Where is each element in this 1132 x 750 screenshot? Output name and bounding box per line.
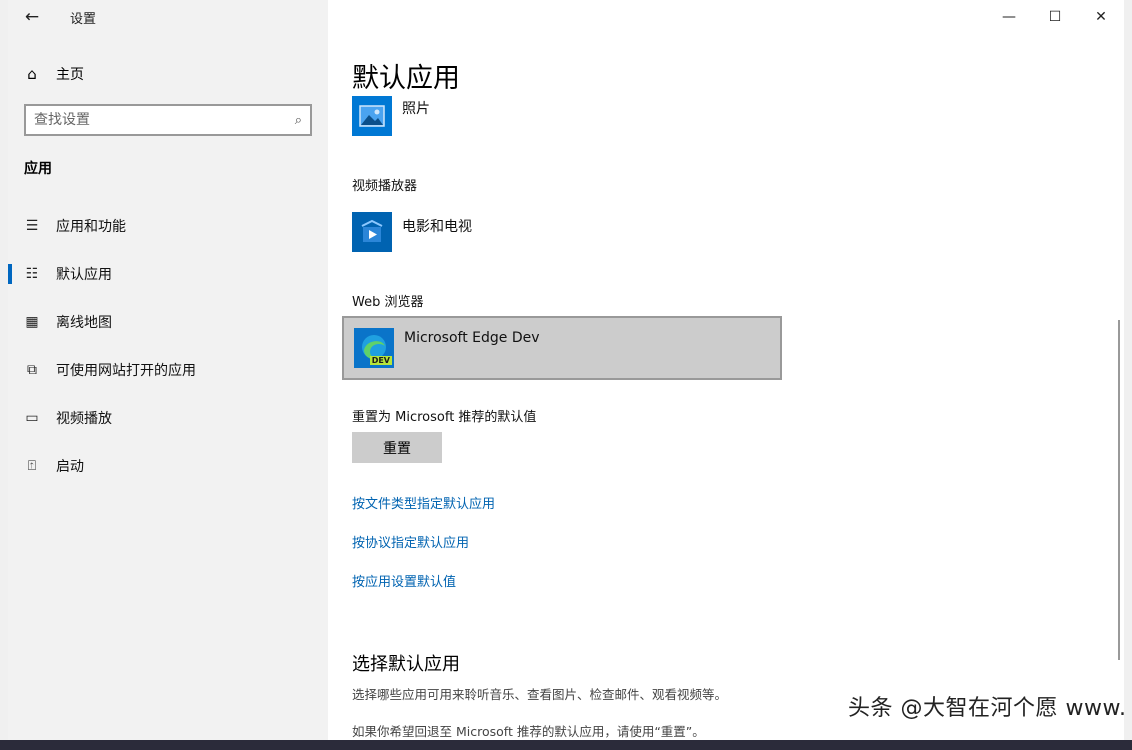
sidebar-item-label: 视频播放 xyxy=(56,411,112,427)
sidebar-nav: ☰ 应用和功能 ☷ 默认应用 ▦ 离线地图 ⧉ 可使用网站打开的应用 ▭ 视频播… xyxy=(8,202,328,490)
reset-button[interactable]: 重置 xyxy=(352,432,442,463)
link-by-file-type[interactable]: 按文件类型指定默认应用 xyxy=(352,493,495,512)
browser-app-row: DEV Microsoft Edge Dev xyxy=(354,328,540,368)
app-title: 设置 xyxy=(70,11,97,27)
reset-label: 重置为 Microsoft 推荐的默认值 xyxy=(352,410,537,425)
choose-default-apps-title: 选择默认应用 xyxy=(352,654,460,675)
back-arrow-icon: ← xyxy=(24,7,40,27)
maximize-button[interactable]: ☐ xyxy=(1032,0,1078,34)
home-icon: ⌂ xyxy=(27,65,37,83)
video-app-name: 电影和电视 xyxy=(402,219,472,235)
sidebar-item-home[interactable]: ⌂ 主页 xyxy=(8,56,328,92)
photo-app-button[interactable]: 照片 xyxy=(352,96,430,136)
sidebar-item-label: 应用和功能 xyxy=(56,219,126,235)
default-apps-icon: ☷ xyxy=(25,266,39,282)
sidebar-item-label: 离线地图 xyxy=(56,315,112,331)
choose-default-apps-desc: 选择哪些应用可用来聆听音乐、查看图片、检查邮件、观看视频等。 xyxy=(352,687,728,702)
map-icon: ▦ xyxy=(25,314,39,330)
list-icon: ☰ xyxy=(25,218,39,234)
dev-badge: DEV xyxy=(369,356,392,365)
maximize-icon: ☐ xyxy=(1048,9,1062,25)
browser-app-button[interactable]: DEV Microsoft Edge Dev xyxy=(342,316,782,380)
main-content: — ☐ ✕ 默认应用 照片 视频播放器 电影和电视 Web 浏览器 DEV Mi… xyxy=(328,0,1124,740)
settings-window: ← 设置 ⌂ 主页 ⌕ 应用 ☰ 应用和功能 ☷ 默认应用 ▦ 离线地图 xyxy=(8,0,1124,740)
minimize-button[interactable]: — xyxy=(986,0,1032,34)
startup-icon: ⍐ xyxy=(27,458,37,474)
photo-app-name: 照片 xyxy=(402,101,430,117)
scrollbar[interactable] xyxy=(1118,320,1120,660)
window-controls: — ☐ ✕ xyxy=(986,0,1124,34)
left-desktop-edge xyxy=(0,0,8,750)
sidebar-item-video-playback[interactable]: ▭ 视频播放 xyxy=(8,394,328,442)
sidebar-item-default-apps[interactable]: ☷ 默认应用 xyxy=(8,250,328,298)
link-by-protocol[interactable]: 按协议指定默认应用 xyxy=(352,532,469,551)
back-button[interactable]: ← xyxy=(8,0,56,34)
sidebar: ← 设置 ⌂ 主页 ⌕ 应用 ☰ 应用和功能 ☷ 默认应用 ▦ 离线地图 xyxy=(8,0,328,740)
sidebar-item-label: 主页 xyxy=(56,67,84,83)
video-icon: ▭ xyxy=(25,410,39,426)
right-desktop-edge xyxy=(1124,0,1132,750)
open-link-icon: ⧉ xyxy=(27,362,37,378)
sidebar-item-label: 默认应用 xyxy=(56,267,112,283)
video-app-button[interactable]: 电影和电视 xyxy=(352,212,472,252)
reset-hint: 如果你希望回退至 Microsoft 推荐的默认应用，请使用“重置”。 xyxy=(352,724,705,739)
sidebar-item-startup[interactable]: ⍐ 启动 xyxy=(8,442,328,490)
minimize-icon: — xyxy=(1002,9,1016,25)
taskbar xyxy=(0,740,1132,750)
close-button[interactable]: ✕ xyxy=(1078,0,1124,34)
browser-app-name: Microsoft Edge Dev xyxy=(404,330,540,346)
titlebar-left: ← 设置 xyxy=(8,0,328,34)
watermark: 头条 @大智在河个愿 www.ziti.cn软荐网 xyxy=(848,696,1124,721)
search-input[interactable] xyxy=(34,112,274,128)
search-icon[interactable]: ⌕ xyxy=(295,113,302,128)
sidebar-item-label: 启动 xyxy=(56,459,84,475)
movies-tv-icon xyxy=(352,212,392,252)
sidebar-item-label: 可使用网站打开的应用 xyxy=(56,363,196,379)
link-by-app[interactable]: 按应用设置默认值 xyxy=(352,571,456,590)
sidebar-item-offline-maps[interactable]: ▦ 离线地图 xyxy=(8,298,328,346)
search-box: ⌕ xyxy=(24,104,312,136)
section-title: 应用 xyxy=(24,161,52,177)
close-icon: ✕ xyxy=(1095,9,1107,25)
web-browser-label: Web 浏览器 xyxy=(352,295,424,310)
sidebar-item-apps-for-websites[interactable]: ⧉ 可使用网站打开的应用 xyxy=(8,346,328,394)
sidebar-item-apps-features[interactable]: ☰ 应用和功能 xyxy=(8,202,328,250)
photos-icon xyxy=(352,96,392,136)
video-player-label: 视频播放器 xyxy=(352,179,418,194)
page-title: 默认应用 xyxy=(352,63,460,94)
edge-dev-icon: DEV xyxy=(354,328,394,368)
